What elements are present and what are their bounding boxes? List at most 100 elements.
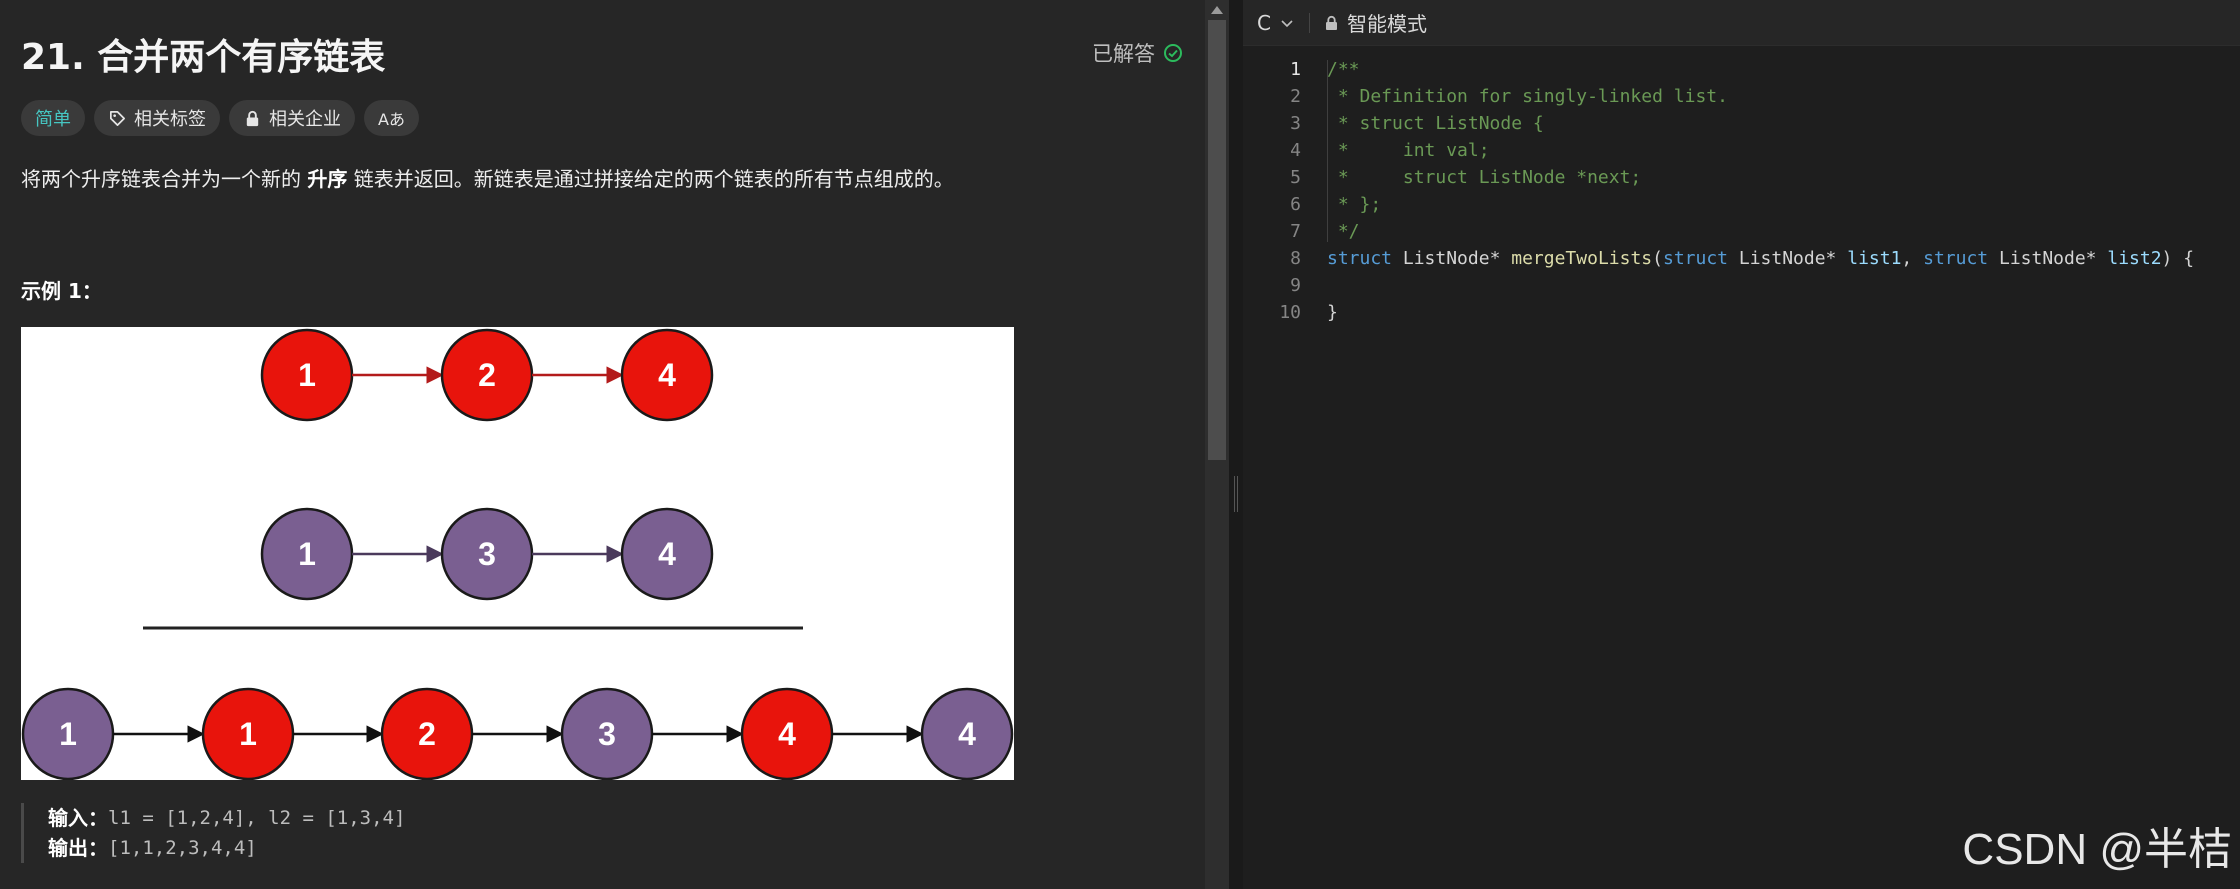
line-number: 1 [1290,59,1301,80]
language-select[interactable]: C [1257,11,1295,35]
example-output-value: [1,1,2,3,4,4] [108,837,257,859]
code-token: ) { [2161,248,2195,269]
drag-handle-icon[interactable] [1234,476,1238,512]
code-area[interactable]: 1 /** 2 * Definition for singly-linked l… [1243,56,2240,326]
code-token: ListNode* [1988,248,2108,269]
code-token: struct [1327,248,1393,269]
description-text-1: 将两个升序链表合并为一个新的 [21,167,308,191]
companies-tag-label: 相关企业 [269,109,341,130]
code-line[interactable]: 2 * Definition for singly-linked list. [1243,83,2240,110]
code-line[interactable]: 3 * struct ListNode { [1243,110,2240,137]
code-line[interactable]: 1 /** [1243,56,2240,83]
line-number: 2 [1290,86,1301,107]
lock-icon [1325,15,1337,30]
merged-node: 4 [740,687,834,780]
line-number: 7 [1290,221,1301,242]
node-value: 4 [958,716,976,752]
node-value: 1 [298,357,316,393]
companies-tag-button[interactable]: 相关企业 [229,100,355,136]
node-value: 4 [658,536,676,572]
code-line[interactable]: 4 * int val; [1243,137,2240,164]
language-label: C [1257,10,1271,35]
topics-tag-button[interactable]: 相关标签 [94,100,220,136]
node-value: 1 [298,536,316,572]
description-scrollbar[interactable] [1205,0,1229,889]
chevron-down-icon [1281,19,1293,27]
code-token: * }; [1327,194,1382,215]
merged-node: 1 [21,687,115,780]
editor-mode-label: 智能模式 [1346,12,1427,36]
solved-status-label: 已解答 [1092,42,1155,66]
translate-icon: Aあ [378,110,405,129]
code-token: , [1901,248,1924,269]
code-line[interactable]: 8 struct ListNode* mergeTwoLists(struct … [1243,245,2240,272]
merged-node: 4 [920,687,1014,780]
solved-status: 已解答 [1092,38,1183,68]
difficulty-label: 简单 [35,109,71,130]
check-circle-icon [1164,44,1182,62]
problem-title: 21. 合并两个有序链表 [21,37,386,78]
watermark: CSDN @半桔 [1962,825,2232,874]
line-number: 6 [1290,194,1301,215]
line-number: 9 [1290,275,1301,296]
example-block: 输入： l1 = [1,2,4], l2 = [1,3,4] 输出： [1,1,… [21,803,405,863]
list1-node: 2 [440,328,534,422]
example-input-label: 输入： [48,806,108,830]
code-token: mergeTwoLists [1511,248,1653,269]
node-value: 4 [658,357,676,393]
lock-icon [246,110,259,126]
example-input-line: 输入： l1 = [1,2,4], l2 = [1,3,4] [48,803,405,833]
node-value: 2 [478,357,496,393]
topics-tag-label: 相关标签 [134,109,206,130]
scroll-up-arrow-icon[interactable] [1211,6,1223,14]
example-output-label: 输出： [48,836,108,860]
code-token: ListNode* [1728,248,1848,269]
code-token: * struct ListNode { [1327,113,1544,134]
list2-node: 3 [440,507,534,601]
code-editor-pane: C 智能模式 1 /** 2 * Definition for singly-l… [1243,0,2240,889]
code-line[interactable]: 5 * struct ListNode *next; [1243,164,2240,191]
list1-node: 4 [620,328,714,422]
indent-guide [1327,60,1328,242]
code-line[interactable]: 9 [1243,272,2240,299]
line-number: 5 [1290,167,1301,188]
merged-node: 2 [380,687,474,780]
scrollbar-thumb[interactable] [1208,20,1226,460]
code-token: * Definition for singly-linked list. [1327,86,1728,107]
code-token: ListNode* [1392,248,1512,269]
problem-description-pane: 21. 合并两个有序链表 已解答 简单 相关标签 相关企业 Aあ 将两个升序链表… [0,0,1205,889]
translate-button[interactable]: Aあ [364,100,419,136]
pane-divider[interactable] [1229,0,1243,889]
example-output-line: 输出： [1,1,2,3,4,4] [48,833,405,863]
difficulty-tag[interactable]: 简单 [21,100,85,136]
node-value: 3 [478,536,496,572]
linked-list-diagram: 1 2 4 1 3 4 1 1 2 3 4 4 [21,328,1014,780]
editor-mode[interactable]: 智能模式 [1324,8,1427,37]
description-bold: 升序 [307,167,348,191]
example-heading: 示例 1： [21,279,102,303]
code-token: list1 [1847,248,1902,269]
node-value: 3 [598,716,616,752]
node-value: 4 [778,716,796,752]
merged-node: 3 [560,687,654,780]
code-line[interactable]: 6 * }; [1243,191,2240,218]
list2-node: 1 [260,507,354,601]
node-value: 1 [59,716,77,752]
line-number: 3 [1290,113,1301,134]
description-text-2: 链表并返回。新链表是通过拼接给定的两个链表的所有节点组成的。 [347,167,954,191]
code-token: /** [1327,59,1360,80]
code-token: } [1327,302,1338,323]
example-diagram: 1 2 4 1 3 4 1 1 2 3 4 4 [21,327,1014,780]
code-line[interactable]: 7 */ [1243,218,2240,245]
editor-toolbar: C 智能模式 [1243,0,2240,46]
code-line[interactable]: 10 } [1243,299,2240,326]
code-token: */ [1327,221,1360,242]
list1-node: 1 [260,328,354,422]
code-token: struct [1662,248,1729,269]
line-number: 4 [1290,140,1301,161]
code-token: * struct ListNode *next; [1327,167,1642,188]
line-number: 10 [1279,302,1301,323]
tag-row: 简单 相关标签 相关企业 Aあ [21,100,419,136]
node-value: 1 [239,716,257,752]
line-number: 8 [1290,248,1301,269]
